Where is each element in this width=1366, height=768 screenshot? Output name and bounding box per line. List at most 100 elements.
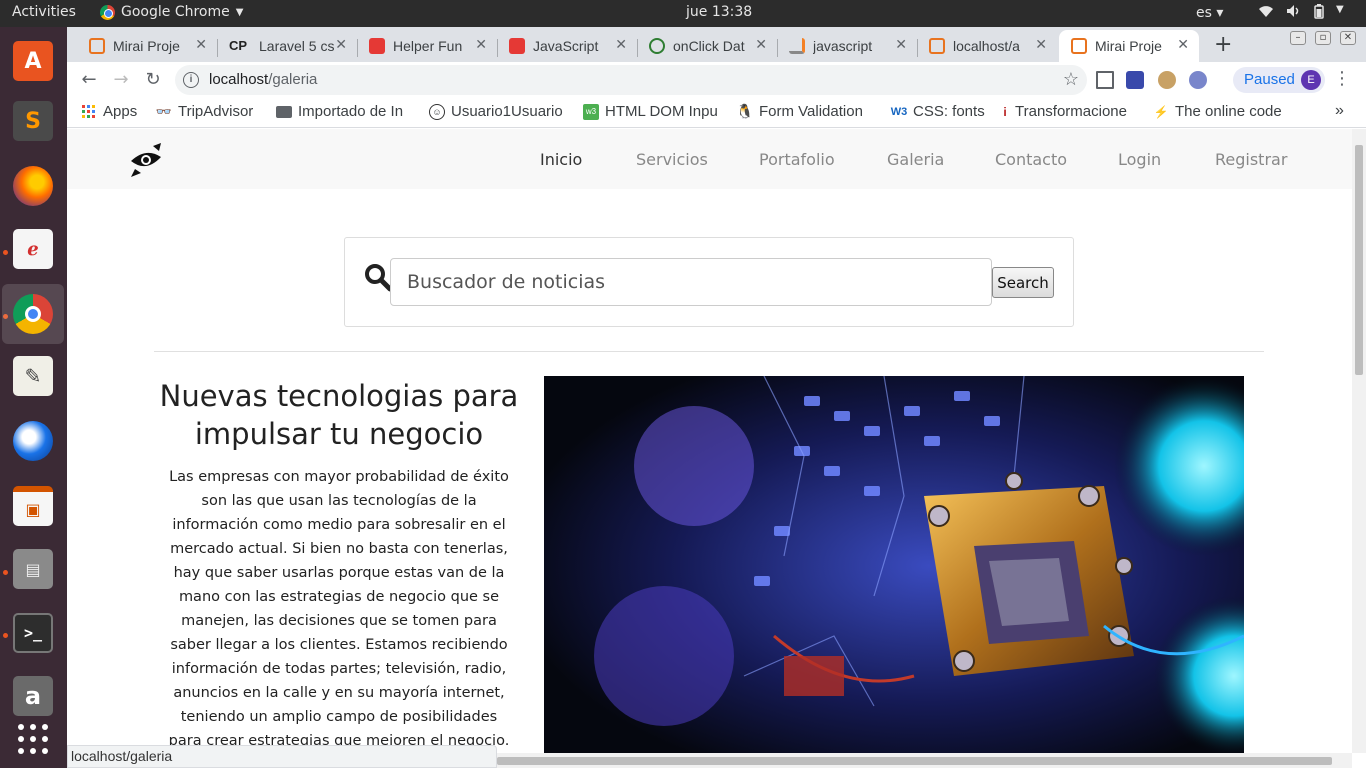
clock[interactable]: jue 13:38 (686, 4, 752, 20)
search-input[interactable] (390, 258, 992, 306)
system-menu[interactable]: ▼ (1258, 4, 1344, 23)
url-path: /galeria (268, 71, 318, 88)
vertical-scrollbar[interactable] (1352, 129, 1366, 753)
close-icon[interactable]: ✕ (195, 36, 207, 53)
new-tab-button[interactable]: + (1214, 32, 1232, 57)
horizontal-scrollbar[interactable] (497, 753, 1352, 768)
running-indicator (3, 570, 8, 575)
w3-green-icon: w3 (583, 103, 599, 120)
reader-extension-icon[interactable] (1126, 71, 1144, 89)
nav-contacto[interactable]: Contacto (995, 150, 1067, 169)
app-name: Google Chrome (121, 4, 230, 20)
scrollbar-thumb[interactable] (1355, 145, 1363, 375)
close-icon[interactable]: ✕ (895, 36, 907, 53)
extension-icon[interactable] (1189, 71, 1207, 89)
nav-inicio[interactable]: Inicio (540, 150, 582, 169)
bookmark-html-dom[interactable]: w3 HTML DOM Inpu (583, 103, 717, 120)
text-editor-launcher[interactable]: ✎ (9, 352, 57, 400)
cookie-extension-icon[interactable] (1158, 71, 1176, 89)
thunderbird-launcher[interactable] (9, 417, 57, 465)
nav-registrar[interactable]: Registrar (1215, 150, 1287, 169)
amazon-launcher[interactable]: a (9, 672, 57, 720)
maximize-button[interactable]: ▫ (1315, 31, 1331, 45)
close-icon[interactable]: ✕ (475, 36, 487, 53)
nav-portafolio[interactable]: Portafolio (759, 150, 835, 169)
firefox-launcher[interactable] (9, 162, 57, 210)
scrollbar-thumb[interactable] (497, 757, 1332, 765)
close-window-button[interactable]: ✕ (1340, 31, 1356, 45)
tab[interactable]: JavaScript ✕ (497, 30, 637, 62)
more-menu-icon[interactable]: ⋮ (1333, 68, 1351, 89)
show-applications-button[interactable] (9, 715, 57, 763)
nav-servicios[interactable]: Servicios (636, 150, 708, 169)
bookmark-form-validation[interactable]: 🐧 Form Validation (736, 103, 863, 120)
bolt-icon: ⚡ (1153, 104, 1169, 119)
impress-launcher[interactable]: ▣ (9, 482, 57, 530)
chevron-right-icon[interactable]: » (1335, 102, 1344, 120)
tab-active[interactable]: Mirai Proje ✕ (1059, 30, 1199, 62)
tab[interactable]: javascript ✕ (777, 30, 917, 62)
back-button[interactable]: ← (76, 67, 102, 93)
nav-galeria[interactable]: Galeria (887, 150, 944, 169)
bookmark-label: TripAdvisor (178, 103, 254, 120)
xampp-icon (1071, 38, 1087, 54)
app-menu[interactable]: Google Chrome ▼ (100, 4, 243, 20)
close-icon[interactable]: ✕ (1177, 36, 1189, 53)
sublime-text-launcher[interactable]: S (9, 97, 57, 145)
tab[interactable]: CP Laravel 5 cs ✕ (217, 30, 357, 62)
forward-button[interactable]: → (108, 67, 134, 93)
close-icon[interactable]: ✕ (615, 36, 627, 53)
w3schools-icon: W3 (890, 105, 908, 118)
tab-title: Mirai Proje (1095, 38, 1162, 54)
bookmark-online-code[interactable]: ⚡ The online code (1153, 103, 1289, 120)
site-logo-icon[interactable] (129, 143, 163, 177)
bookmark-apps[interactable]: Apps (81, 103, 137, 120)
search-button[interactable]: Search (992, 267, 1054, 298)
files-icon: ▤ (13, 549, 53, 589)
chrome-icon (100, 4, 115, 20)
nav-login[interactable]: Login (1118, 150, 1161, 169)
minimize-button[interactable]: – (1290, 31, 1306, 45)
bookmark-label: The online code (1175, 103, 1282, 120)
reload-button[interactable]: ↻ (140, 67, 166, 93)
tab[interactable]: onClick Dat ✕ (637, 30, 777, 62)
laravel-icon (509, 38, 525, 54)
info-icon: i (1003, 104, 1007, 119)
bookmark-usuario[interactable]: ☺ Usuario1Usuario (429, 103, 563, 120)
software-center-launcher[interactable]: A (9, 37, 57, 85)
tab-title: Mirai Proje (113, 38, 180, 54)
cp-icon: CP (229, 38, 248, 53)
tab[interactable]: Helper Fun ✕ (357, 30, 497, 62)
close-icon[interactable]: ✕ (1035, 36, 1047, 53)
files-launcher[interactable]: ▤ (9, 545, 57, 593)
paused-label: Paused (1244, 71, 1295, 88)
screenshot-extension-icon[interactable] (1096, 71, 1114, 89)
address-bar[interactable]: i localhost/galeria ☆ (175, 65, 1087, 95)
info-icon[interactable]: i (183, 72, 199, 88)
tab[interactable]: localhost/a ✕ (917, 30, 1057, 62)
chrome-launcher[interactable] (2, 284, 64, 344)
article-body: Las empresas con mayor probabilidad de é… (168, 469, 510, 749)
bookmark-label: Usuario1Usuario (451, 103, 563, 120)
bookmark-folder[interactable]: Importado de In (276, 103, 410, 120)
circuit-board-image (544, 376, 1244, 753)
profile-paused-button[interactable]: Paused E (1233, 67, 1325, 93)
bookmark-star-icon[interactable]: ☆ (1063, 69, 1079, 90)
language-indicator[interactable]: es ▾ (1196, 5, 1223, 21)
terminal-launcher[interactable]: >_ (9, 609, 57, 657)
avatar: E (1301, 70, 1321, 90)
document-viewer-launcher[interactable]: ℯ (9, 225, 57, 273)
tab[interactable]: Mirai Proje ✕ (77, 30, 217, 62)
close-icon[interactable]: ✕ (755, 36, 767, 53)
dock: A S ℯ ✎ ▣ ▤ >_ a (0, 27, 67, 768)
tab-title: Helper Fun (393, 38, 463, 54)
activities-button[interactable]: Activities (12, 4, 76, 20)
tab-title: JavaScript (533, 38, 599, 54)
sublime-text-icon: S (13, 101, 53, 141)
bookmark-transformaciones[interactable]: i Transformacione (1001, 103, 1129, 120)
apps-grid-icon (81, 104, 97, 120)
search-icon (365, 264, 393, 292)
bookmark-css-fonts[interactable]: W3 CSS: fonts (891, 103, 985, 120)
close-icon[interactable]: ✕ (335, 36, 347, 53)
bookmark-tripadvisor[interactable]: 👓 TripAdvisor (156, 103, 253, 120)
